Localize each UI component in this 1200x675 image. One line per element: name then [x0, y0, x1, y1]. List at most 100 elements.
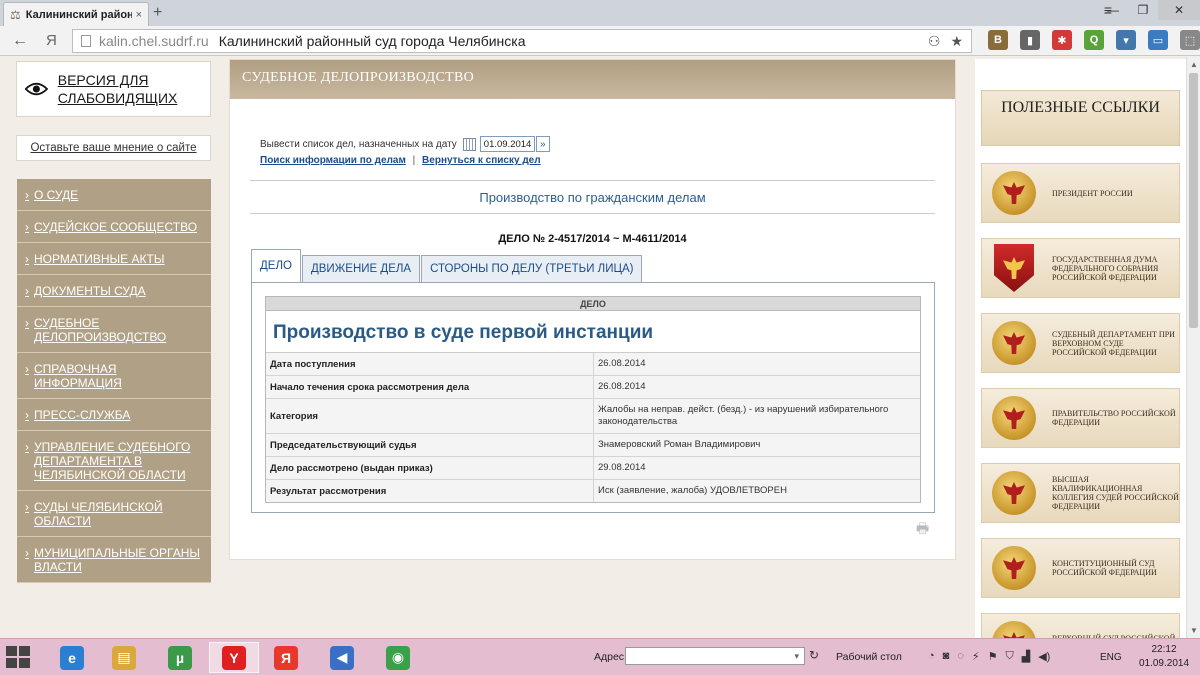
scroll-up-icon[interactable]: ▲ — [1190, 60, 1198, 69]
search-cases-link[interactable]: Поиск информации по делам — [260, 155, 406, 166]
table-caption: Производство в суде первой инстанции — [266, 311, 920, 353]
signal-icon[interactable]: ▟ — [1022, 650, 1030, 663]
address-bar[interactable]: kalin.chel.sudrf.ru Калининский районный… — [72, 29, 972, 53]
browser-tab[interactable]: ⚖ Калининский районн × — [3, 2, 149, 26]
protect-icon[interactable]: ⚇ — [928, 33, 941, 50]
bullet-icon: › — [25, 188, 29, 202]
date-filter: Вывести список дел, назначенных на дату … — [260, 136, 550, 152]
sidebar-item[interactable]: › МУНИЦИПАЛЬНЫЕ ОРГАНЫ ВЛАСТИ — [17, 537, 211, 583]
sidebar-item[interactable]: › СУДЕЙСКОЕ СООБЩЕСТВО — [17, 211, 211, 243]
calendar-icon[interactable] — [462, 137, 476, 151]
taskbar-app-utorrent[interactable]: µ — [155, 642, 205, 673]
sidebar-item[interactable]: › О СУДЕ — [17, 179, 211, 211]
url-text: kalin.chel.sudrf.ru — [99, 33, 209, 49]
browser-toolbar: ← Я kalin.chel.sudrf.ru Калининский райо… — [0, 26, 1200, 56]
bullet-icon: › — [25, 408, 29, 422]
back-button[interactable]: ← — [12, 32, 28, 50]
extension-icon[interactable]: Q — [1084, 30, 1104, 50]
tab-case[interactable]: ДЕЛО — [251, 249, 301, 283]
close-window-button[interactable]: ✕ — [1158, 0, 1200, 20]
useful-link[interactable]: ВЫСШАЯ КВАЛИФИКАЦИОННАЯ КОЛЛЕГИЯ СУДЕЙ Р… — [981, 463, 1180, 523]
chrome-icon: ◉ — [386, 645, 410, 670]
useful-link-label: ПРЕЗИДЕНТ РОССИИ — [1052, 188, 1133, 198]
power-icon[interactable]: ⚡ — [972, 650, 980, 663]
bullet-icon: › — [25, 316, 29, 330]
media-icon: ◀ — [330, 645, 354, 670]
sidebar-item[interactable]: › СУДЕБНОЕ ДЕЛОПРОИЗВОДСТВО — [17, 307, 211, 353]
restore-button[interactable]: ❐ — [1128, 0, 1158, 20]
sidebar-item[interactable]: › ПРЕСС-СЛУЖБА — [17, 399, 211, 431]
useful-link-label: СУДЕБНЫЙ ДЕПАРТАМЕНТ ПРИ ВЕРХОВНОМ СУДЕ … — [1052, 329, 1175, 357]
row-label: Категория — [266, 399, 594, 433]
table-header: ДЕЛО — [266, 297, 920, 311]
feedback-link[interactable]: Оставьте ваше мнение о сайте — [16, 135, 211, 161]
language-indicator[interactable]: ENG — [1100, 652, 1122, 663]
row-label: Дата поступления — [266, 353, 594, 375]
taskbar-app-media[interactable]: ◀ — [317, 642, 367, 673]
tab-panel: ДЕЛО Производство в суде первой инстанци… — [251, 282, 935, 513]
scroll-thumb[interactable] — [1189, 73, 1198, 328]
sidebar-item[interactable]: › НОРМАТИВНЫЕ АКТЫ — [17, 243, 211, 275]
scroll-down-icon[interactable]: ▼ — [1190, 626, 1198, 635]
sidebar-item[interactable]: › ДОКУМЕНТЫ СУДА — [17, 275, 211, 307]
tab-parties[interactable]: СТОРОНЫ ПО ДЕЛУ (ТРЕТЬИ ЛИЦА) — [421, 255, 643, 283]
show-cases-button[interactable]: » — [535, 136, 550, 152]
useful-link[interactable]: ВЕРХОВНЫЙ СУД РОССИЙСКОЙ ФЕДЕРАЦИИ — [981, 613, 1180, 638]
accessibility-version-link[interactable]: ВЕРСИЯ ДЛЯ СЛАБОВИДЯЩИХ — [16, 61, 211, 117]
tab-case-movement[interactable]: ДВИЖЕНИЕ ДЕЛА — [301, 255, 421, 283]
row-label: Председательствующий судья — [266, 434, 594, 456]
taskbar-app-ie[interactable]: e — [47, 642, 97, 673]
sidebar-item[interactable]: › УПРАВЛЕНИЕ СУДЕБНОГО ДЕПАРТАМЕНТА В ЧЕЛ… — [17, 431, 211, 491]
taskbar-app-chrome[interactable]: ◉ — [373, 642, 423, 673]
flag-icon[interactable]: ⚑ — [988, 650, 998, 663]
bookmark-star-icon[interactable]: ★ — [950, 33, 963, 50]
bullet-icon: › — [25, 252, 29, 266]
tab-close-icon[interactable]: × — [136, 9, 142, 21]
sidebar-item[interactable]: › СУДЫ ЧЕЛЯБИНСКОЙ ОБЛАСТИ — [17, 491, 211, 537]
bullet-icon: › — [25, 284, 29, 298]
useful-link-label: КОНСТИТУЦИОННЫЙ СУД РОССИЙСКОЙ ФЕДЕРАЦИИ — [1052, 559, 1157, 577]
extension-icon[interactable]: ▮ — [1020, 30, 1040, 50]
coat-of-arms-icon — [988, 617, 1040, 638]
update-icon[interactable]: ◌ — [957, 650, 964, 663]
sidebar-item-label: СПРАВОЧНАЯ ИНФОРМАЦИЯ — [34, 362, 122, 390]
clock[interactable]: 22:12 01.09.2014 — [1137, 643, 1191, 671]
sidebar-item-label: ДОКУМЕНТЫ СУДА — [34, 284, 146, 298]
clock-time: 22:12 — [1151, 644, 1177, 655]
taskbar-app-explorer[interactable]: ▤ — [99, 642, 149, 673]
volume-icon[interactable]: ◀) — [1038, 650, 1050, 663]
new-tab-button[interactable]: + — [153, 4, 162, 22]
yandex-home-button[interactable]: Я — [46, 32, 57, 49]
minimize-button[interactable]: — — [1098, 0, 1128, 20]
sidebar-item[interactable]: › СПРАВОЧНАЯ ИНФОРМАЦИЯ — [17, 353, 211, 399]
bullet-icon: › — [25, 362, 29, 376]
address-toolbar-label: Адрес — [594, 651, 625, 663]
extension-icon[interactable]: ⬚ — [1180, 30, 1200, 50]
table-row: Председательствующий судья Знамеровский Р… — [266, 434, 920, 457]
network-icon[interactable]: ◔ — [928, 650, 935, 663]
antivirus-icon[interactable]: ◙ — [943, 650, 950, 663]
address-toolbar-input[interactable]: ▾ — [625, 647, 805, 665]
useful-link-label: ГОСУДАРСТВЕННАЯ ДУМА ФЕДЕРАЛЬНОГО СОБРАН… — [1052, 254, 1159, 282]
date-input[interactable] — [479, 136, 535, 152]
yandex-browser-icon: Y — [222, 645, 246, 670]
print-icon[interactable]: 🖶 — [916, 518, 929, 542]
useful-link[interactable]: КОНСТИТУЦИОННЫЙ СУД РОССИЙСКОЙ ФЕДЕРАЦИИ — [981, 538, 1180, 598]
page-scrollbar[interactable]: ▲ ▼ — [1186, 57, 1200, 638]
extension-icon[interactable]: ▾ — [1116, 30, 1136, 50]
taskbar-app-yandex[interactable]: Я — [261, 642, 311, 673]
extension-icon[interactable]: B — [988, 30, 1008, 50]
start-button[interactable] — [6, 646, 30, 668]
back-to-list-link[interactable]: Вернуться к списку дел — [422, 155, 541, 166]
desktop-toolbar[interactable]: Рабочий стол — [836, 651, 902, 663]
useful-link[interactable]: ГОСУДАРСТВЕННАЯ ДУМА ФЕДЕРАЛЬНОГО СОБРАН… — [981, 238, 1180, 298]
useful-link[interactable]: ПРЕЗИДЕНТ РОССИИ — [981, 163, 1180, 223]
sidebar-item-label: СУДЕЙСКОЕ СООБЩЕСТВО — [34, 220, 198, 234]
extension-icon[interactable]: ▭ — [1148, 30, 1168, 50]
useful-link[interactable]: ПРАВИТЕЛЬСТВО РОССИЙСКОЙ ФЕДЕРАЦИИ — [981, 388, 1180, 448]
useful-link[interactable]: СУДЕБНЫЙ ДЕПАРТАМЕНТ ПРИ ВЕРХОВНОМ СУДЕ … — [981, 313, 1180, 373]
shield-tray-icon[interactable]: ⛉ — [1005, 650, 1013, 663]
extension-icon[interactable]: ✱ — [1052, 30, 1072, 50]
refresh-icon[interactable]: ↻ — [809, 648, 819, 662]
taskbar-app-yandex-browser[interactable]: Y — [209, 642, 259, 673]
